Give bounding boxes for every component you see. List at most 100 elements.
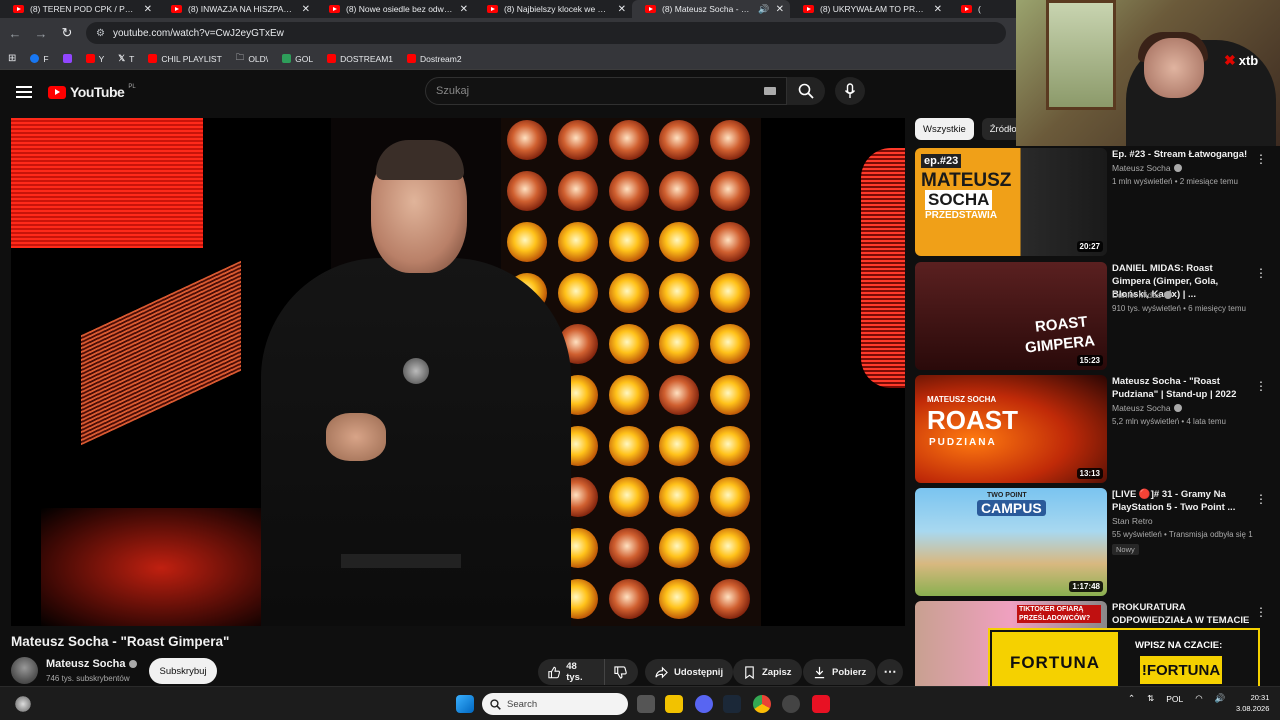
recommendation-channel[interactable]: Stan Retro [1112, 516, 1153, 526]
back-arrow-icon[interactable]: ← [4, 22, 26, 44]
wifi-icon[interactable]: ◠ [1195, 693, 1202, 704]
keyboard-icon[interactable] [764, 87, 776, 95]
video-thumbnail[interactable]: TWO POINT CAMPUS 1:17:48 [915, 488, 1107, 596]
browser-tab[interactable]: (8) TEREN POD CPK / PORT POLSKI ✕ [0, 0, 158, 18]
recommendation-channel[interactable]: Daniel Midas [1112, 290, 1173, 300]
recommendation-channel[interactable]: Mateusz Socha [1112, 403, 1182, 413]
bookmark-item[interactable]: F [30, 54, 49, 64]
recommendation-title[interactable]: [LIVE 🔴]# 31 - Gramy Na PlayStation 5 - … [1112, 488, 1252, 514]
app-red-icon[interactable] [812, 695, 830, 713]
speaker-icon[interactable]: 🔊 [758, 4, 769, 15]
search-input[interactable]: Szukaj [425, 77, 787, 105]
bookmark-folder[interactable]: 🗀 OLD\ [236, 52, 268, 66]
browser-tab[interactable]: (8) B [948, 0, 988, 18]
taskbar-clock[interactable]: 20:31 3.08.2026 [1236, 692, 1269, 714]
x-logo-icon: 𝕏 [118, 53, 126, 63]
recommendation-item[interactable]: ep.#23 MATEUSZ SOCHA PRZEDSTAWIA 20:27 E… [915, 148, 1275, 256]
url-bar[interactable]: ⚙ youtube.com/watch?v=CwJ2eyGTxEw [86, 22, 1006, 44]
more-actions-icon[interactable]: ⋯ [877, 659, 903, 685]
recommendation-channel[interactable]: Mateusz Socha [1112, 163, 1182, 173]
language-indicator[interactable]: POL [1166, 694, 1183, 704]
stage-lamp [608, 171, 649, 211]
network-icon[interactable]: ⇅ [1147, 693, 1154, 704]
channel-name-row[interactable]: Mateusz Socha [46, 658, 138, 670]
video-player[interactable] [11, 118, 905, 626]
channel-avatar[interactable] [11, 657, 38, 684]
share-button[interactable]: Udostępnij [645, 659, 734, 685]
search-button[interactable] [787, 77, 825, 105]
webcam-face [1144, 38, 1204, 98]
video-thumbnail[interactable]: MATEUSZ SOCHA ROAST PUDZIANA 13:13 [915, 375, 1107, 483]
browser-tab[interactable]: (8) UKRYWAŁAM TO PRZED WAMI ✕ [790, 0, 948, 18]
recommendation-item[interactable]: TWO POINT CAMPUS 1:17:48 [LIVE 🔴]# 31 - … [915, 488, 1275, 596]
channel-name: Mateusz Socha [1112, 163, 1171, 173]
volume-icon[interactable]: 🔊 [1215, 693, 1226, 704]
weather-icon[interactable] [14, 695, 32, 713]
xtb-logo: ✖ xtb [1224, 52, 1258, 69]
stage-lamp [659, 324, 700, 364]
bookmark-item[interactable]: 𝕏T [118, 53, 134, 64]
video-thumbnail[interactable]: ep.#23 MATEUSZ SOCHA PRZEDSTAWIA 20:27 [915, 148, 1107, 256]
subscribe-button[interactable]: Subskrybuj [149, 658, 217, 684]
forward-arrow-icon[interactable]: → [30, 22, 52, 44]
recommendation-title[interactable]: Mateusz Socha - "Roast Pudziana" | Stand… [1112, 375, 1252, 401]
bookmarks-bar: ⊞ F Y 𝕏T CHIL PLAYLIST 🗀 OLD\ GOL DOSTREA… [0, 48, 1016, 70]
task-view-icon[interactable] [637, 695, 655, 713]
save-button[interactable]: Zapisz [733, 659, 802, 685]
discord-icon[interactable] [695, 695, 713, 713]
hamburger-menu-icon[interactable] [16, 86, 32, 98]
streamer-webcam [1016, 0, 1280, 146]
chrome-icon[interactable] [753, 695, 771, 713]
thumbnail-text: CAMPUS [977, 500, 1046, 516]
browser-tab[interactable]: (8) Nowe osiedle bez odwodnienia ✕ [316, 0, 474, 18]
more-options-icon[interactable]: ⋮ [1255, 605, 1267, 619]
more-options-icon[interactable]: ⋮ [1255, 152, 1267, 166]
dislike-button[interactable] [604, 659, 638, 685]
download-button[interactable]: Pobierz [803, 659, 877, 685]
recommendation-title[interactable]: Ep. #23 - Stream Łatwoganga! [1112, 148, 1252, 161]
tab-title: (8) Najbielszy klocek we wsi || C [504, 4, 612, 14]
site-info-icon[interactable]: ⚙ [96, 28, 105, 39]
voice-search-button[interactable] [835, 77, 865, 105]
close-tab-icon[interactable]: ✕ [144, 4, 152, 15]
bookmark-item[interactable]: GOL [282, 54, 313, 64]
stage-lamp [557, 171, 598, 211]
file-explorer-icon[interactable] [665, 695, 683, 713]
steam-icon[interactable] [723, 695, 741, 713]
browser-tab-active[interactable]: (8) Mateusz Socha - "Roast Gimpera" 🔊 ✕ [632, 0, 790, 18]
stage-lamp [608, 477, 649, 517]
windows-start-icon[interactable] [456, 695, 474, 713]
more-options-icon[interactable]: ⋮ [1255, 492, 1267, 506]
like-button[interactable]: 48 tys. [538, 659, 604, 685]
recommendation-item[interactable]: MATEUSZ SOCHA ROAST PUDZIANA 13:13 Mateu… [915, 375, 1275, 483]
bookmark-item[interactable]: Dostream2 [407, 54, 462, 64]
video-thumbnail[interactable]: ROAST GIMPERA 15:23 [915, 262, 1107, 370]
bookmark-item[interactable] [62, 54, 72, 63]
tab-title: (8) Mateusz Socha - "Roast Gimpera" [662, 4, 752, 14]
close-tab-icon[interactable]: ✕ [776, 4, 784, 15]
close-tab-icon[interactable]: ✕ [302, 4, 310, 15]
taskbar-search[interactable]: Search [482, 693, 628, 715]
more-options-icon[interactable]: ⋮ [1255, 379, 1267, 393]
browser-tab[interactable]: (8) Najbielszy klocek we wsi || C ✕ [474, 0, 632, 18]
more-options-icon[interactable]: ⋮ [1255, 266, 1267, 280]
youtube-favicon-icon [487, 5, 498, 13]
reload-icon[interactable]: ↻ [56, 22, 78, 44]
close-tab-icon[interactable]: ✕ [618, 4, 626, 15]
save-label: Zapisz [762, 666, 792, 678]
bookmark-item[interactable]: CHIL PLAYLIST [148, 54, 222, 64]
recommendation-item[interactable]: ROAST GIMPERA 15:23 DANIEL MIDAS: Roast … [915, 262, 1275, 370]
youtube-favicon-icon [803, 5, 814, 13]
browser-tab[interactable]: (8) INWAZJA NA HISZPANIĘ - KAŻDY ✕ [158, 0, 316, 18]
close-tab-icon[interactable]: ✕ [934, 4, 942, 15]
bookmark-item[interactable]: DOSTREAM1 [327, 54, 393, 64]
youtube-logo[interactable]: YouTube PL [48, 84, 136, 100]
thumbs-up-icon [548, 666, 560, 678]
bookmark-item[interactable]: Y [85, 54, 104, 64]
chip-all[interactable]: Wszystkie [915, 118, 974, 140]
chevron-up-icon[interactable]: ⌃ [1128, 693, 1135, 704]
stage-lamp [710, 171, 751, 211]
obs-icon[interactable] [782, 695, 800, 713]
apps-grid-icon[interactable]: ⊞ [8, 53, 16, 64]
close-tab-icon[interactable]: ✕ [460, 4, 468, 15]
